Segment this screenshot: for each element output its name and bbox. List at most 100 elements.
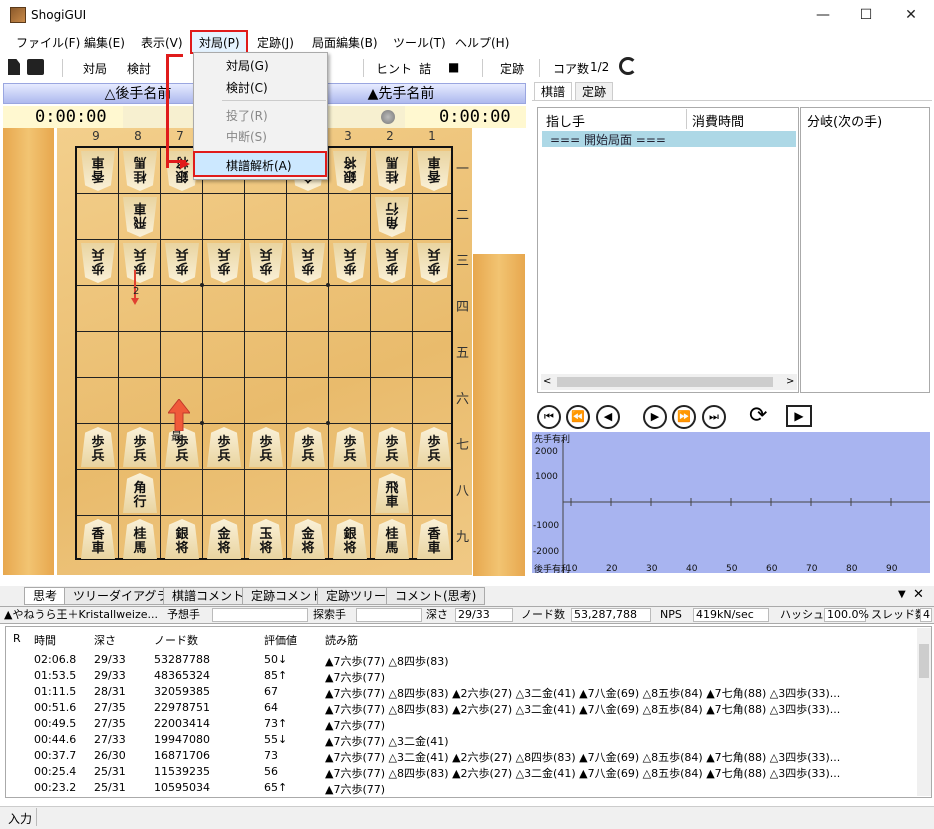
nav-prev-icon[interactable]: ◀ [596, 405, 620, 429]
gote-piece[interactable]: 桂馬 [123, 151, 157, 191]
tab-thinking[interactable]: 思考 [24, 587, 67, 605]
kifu-list[interactable] [537, 107, 799, 393]
kifu-row-start[interactable]: === 開始局面 === [550, 131, 666, 148]
pv-time[interactable]: 00:37.7 [34, 749, 76, 762]
pv-depth[interactable]: 29/33 [94, 669, 126, 682]
sente-piece[interactable]: 歩兵 [123, 427, 157, 467]
nav-next-icon[interactable]: ▶ [643, 405, 667, 429]
pv-line[interactable]: ▲7六歩(77) [325, 781, 385, 797]
gote-piece[interactable]: 歩兵 [291, 243, 325, 283]
pv-header-nodes[interactable]: ノード数 [154, 632, 198, 648]
pv-depth[interactable]: 26/30 [94, 749, 126, 762]
gote-piece[interactable]: 飛車 [123, 197, 157, 237]
gote-piece[interactable]: 歩兵 [123, 243, 157, 283]
sente-piece[interactable]: 銀将 [165, 519, 199, 559]
nav-next-fast-icon[interactable]: ⏩ [672, 405, 696, 429]
tab-joseki[interactable]: 定跡 [575, 82, 614, 101]
tab-kifu-comment[interactable]: 棋譜コメント [163, 587, 254, 605]
gote-piece[interactable]: 香車 [81, 151, 115, 191]
pv-time[interactable]: 00:51.6 [34, 701, 76, 714]
menu-joseki[interactable]: 定跡(J) [257, 34, 294, 51]
pv-line[interactable]: ▲7六歩(77) △3二金(41) ▲2六歩(27) △8四歩(83) ▲7八金… [325, 749, 840, 765]
sente-piece[interactable]: 歩兵 [249, 427, 283, 467]
sente-piece-stand[interactable] [473, 254, 525, 576]
gote-piece[interactable]: 歩兵 [207, 243, 241, 283]
sente-piece[interactable]: 角行 [123, 473, 157, 513]
flip-board-icon[interactable]: ⟳ [749, 403, 767, 429]
pv-depth[interactable]: 27/35 [94, 701, 126, 714]
sente-piece[interactable]: 歩兵 [333, 427, 367, 467]
toolbar-game-button[interactable]: 対局 [83, 60, 107, 77]
kifu-col-move[interactable]: 指し手 [546, 111, 585, 130]
scroll-left-icon[interactable]: < [543, 376, 551, 387]
gote-piece-stand[interactable] [3, 128, 54, 575]
gote-piece[interactable]: 歩兵 [81, 243, 115, 283]
tab-kifu[interactable]: 棋譜 [534, 82, 573, 101]
scrollbar-thumb[interactable] [919, 644, 929, 678]
pv-eval[interactable]: 73↑ [264, 717, 287, 730]
gote-piece[interactable]: 歩兵 [333, 243, 367, 283]
branch-list[interactable] [800, 107, 930, 393]
sente-piece[interactable]: 香車 [81, 519, 115, 559]
menu-file[interactable]: ファイル(F) [16, 34, 80, 51]
pv-nodes[interactable]: 53287788 [154, 653, 210, 666]
pv-header-pv[interactable]: 読み筋 [325, 632, 358, 648]
gote-piece[interactable]: 銀将 [333, 151, 367, 191]
menu-position-edit[interactable]: 局面編集(B) [312, 34, 378, 51]
scrollbar-thumb[interactable] [557, 377, 773, 387]
menu-tools[interactable]: ツール(T) [393, 34, 446, 51]
pv-line[interactable]: ▲7六歩(77) [325, 717, 385, 733]
toolbar-joseki-button[interactable]: 定跡 [500, 60, 524, 77]
pv-header-depth[interactable]: 深さ [94, 632, 116, 648]
pv-eval[interactable]: 65↑ [264, 781, 287, 794]
pv-eval[interactable]: 64 [264, 701, 278, 714]
kifu-col-time[interactable]: 消費時間 [692, 111, 744, 130]
menu-item-kifu-analysis[interactable]: 棋譜解析(A) [226, 157, 292, 174]
pv-line[interactable]: ▲7六歩(77) △8四歩(83) ▲2六歩(27) △3二金(41) ▲7八金… [325, 765, 840, 781]
toolbar-analyze-button[interactable]: 検討 [127, 60, 151, 77]
gote-piece[interactable]: 角行 [375, 197, 409, 237]
pv-depth[interactable]: 29/33 [94, 653, 126, 666]
sente-piece[interactable]: 銀将 [333, 519, 367, 559]
close-panel-icon[interactable]: ✕ [913, 587, 924, 602]
sente-piece[interactable]: 桂馬 [123, 519, 157, 559]
pv-depth[interactable]: 25/31 [94, 781, 126, 794]
pv-depth[interactable]: 27/35 [94, 717, 126, 730]
scroll-right-icon[interactable]: > [786, 376, 794, 387]
gote-piece[interactable]: 歩兵 [165, 243, 199, 283]
pv-nodes[interactable]: 22003414 [154, 717, 210, 730]
pv-header-time[interactable]: 時間 [34, 632, 56, 648]
gote-piece[interactable]: 歩兵 [249, 243, 283, 283]
dropdown-icon[interactable]: ▼ [898, 589, 906, 600]
pv-header-eval[interactable]: 評価値 [264, 632, 297, 648]
pv-line[interactable]: ▲7六歩(77) △8四歩(83) [325, 653, 449, 669]
pv-eval[interactable]: 73 [264, 749, 278, 762]
pv-eval[interactable]: 50↓ [264, 653, 287, 666]
pv-nodes[interactable]: 32059385 [154, 685, 210, 698]
gote-piece[interactable]: 歩兵 [375, 243, 409, 283]
pv-line[interactable]: ▲7六歩(77) △8四歩(83) ▲2六歩(27) △3二金(41) ▲7八金… [325, 685, 840, 701]
pv-line[interactable]: ▲7六歩(77) △3二金(41) [325, 733, 449, 749]
gote-piece[interactable]: 桂馬 [375, 151, 409, 191]
menu-game[interactable]: 対局(P) [199, 34, 240, 51]
sente-piece[interactable]: 桂馬 [375, 519, 409, 559]
pv-nodes[interactable]: 19947080 [154, 733, 210, 746]
pv-time[interactable]: 00:49.5 [34, 717, 76, 730]
menu-item-analyze[interactable]: 検討(C) [226, 79, 268, 96]
minimize-button[interactable]: — [800, 0, 846, 30]
sente-piece[interactable]: 玉将 [249, 519, 283, 559]
sente-piece[interactable]: 歩兵 [81, 427, 115, 467]
pv-nodes[interactable]: 48365324 [154, 669, 210, 682]
pv-nodes[interactable]: 10595034 [154, 781, 210, 794]
pv-eval[interactable]: 85↑ [264, 669, 287, 682]
pv-time[interactable]: 00:23.2 [34, 781, 76, 794]
pv-time[interactable]: 00:25.4 [34, 765, 76, 778]
pv-time[interactable]: 00:44.6 [34, 733, 76, 746]
core-count-value[interactable]: 1/2 [590, 60, 609, 74]
nav-last-icon[interactable]: ⏭ [702, 405, 726, 429]
sente-piece[interactable]: 歩兵 [207, 427, 241, 467]
pv-time[interactable]: 01:53.5 [34, 669, 76, 682]
sente-piece[interactable]: 飛車 [375, 473, 409, 513]
sente-piece[interactable]: 香車 [417, 519, 451, 559]
menu-view[interactable]: 表示(V) [141, 34, 183, 51]
